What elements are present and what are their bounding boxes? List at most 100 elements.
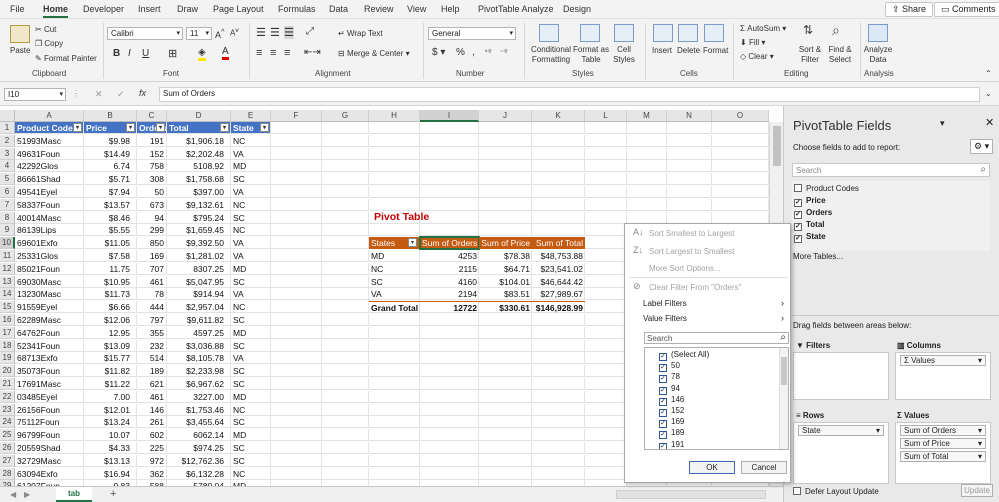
- empty-cell[interactable]: [271, 224, 322, 237]
- empty-cell[interactable]: [322, 288, 369, 301]
- table-cell[interactable]: VA: [231, 250, 271, 262]
- align-top-icon[interactable]: ☰: [256, 26, 266, 39]
- table-cell[interactable]: 26156Foun: [15, 403, 84, 416]
- filter-value-list[interactable]: ✓ (Select All) ✓ 50 ✓ 78 ✓ 94 ✓ 146 ✓ 152 ✓ 169 ✓ 189 ✓ 1…: [644, 347, 789, 450]
- pivot-cell[interactable]: $64.71: [479, 263, 532, 275]
- empty-cell[interactable]: [369, 186, 420, 198]
- empty-cell[interactable]: [585, 429, 627, 442]
- empty-cell[interactable]: [667, 173, 712, 186]
- table-cell[interactable]: 32729Masc: [15, 454, 84, 467]
- close-icon[interactable]: ✕: [985, 116, 994, 129]
- resize-grip-icon[interactable]: ⋰: [783, 476, 789, 483]
- table-cell[interactable]: $11.82: [84, 365, 137, 378]
- empty-cell[interactable]: [479, 339, 532, 352]
- filter-value-item[interactable]: ✓ 50: [659, 361, 680, 373]
- table-cell[interactable]: MD: [231, 262, 271, 275]
- font-color-icon[interactable]: A: [222, 46, 229, 60]
- name-box[interactable]: I10 ▾: [4, 88, 66, 101]
- empty-cell[interactable]: [712, 186, 769, 198]
- table-cell[interactable]: SC: [231, 416, 271, 429]
- bold-icon[interactable]: B: [113, 48, 120, 59]
- row-header[interactable]: 4: [0, 160, 15, 173]
- table-cell[interactable]: $5.71: [84, 173, 137, 186]
- filter-value-item[interactable]: ✓ 146: [659, 395, 684, 406]
- empty-cell[interactable]: [532, 352, 585, 365]
- empty-cell[interactable]: [271, 262, 322, 275]
- pivot-cell[interactable]: 2194: [420, 288, 479, 300]
- table-cell[interactable]: $3,455.64: [167, 416, 231, 429]
- align-left-icon[interactable]: ≡: [256, 47, 262, 59]
- empty-cell[interactable]: [627, 147, 667, 160]
- table-cell[interactable]: SC: [231, 211, 271, 224]
- table-cell[interactable]: 49631Foun: [15, 147, 84, 160]
- filter-dropdown-icon[interactable]: ▾: [126, 123, 135, 132]
- pivot-cell[interactable]: MD: [369, 250, 420, 262]
- empty-cell[interactable]: [479, 467, 532, 480]
- empty-cell[interactable]: [479, 416, 532, 429]
- table-cell[interactable]: 514: [137, 352, 167, 365]
- table-header-cell[interactable]: Product Codes ▾: [15, 122, 84, 134]
- empty-cell[interactable]: [369, 467, 420, 480]
- table-cell[interactable]: NC: [231, 403, 271, 416]
- align-right-icon[interactable]: ≡: [284, 47, 290, 59]
- empty-cell[interactable]: [532, 122, 585, 134]
- empty-cell[interactable]: [271, 339, 322, 352]
- table-cell[interactable]: $10.95: [84, 275, 137, 288]
- row-header[interactable]: 5: [0, 173, 15, 186]
- empty-cell[interactable]: [420, 326, 479, 339]
- empty-cell[interactable]: [420, 134, 479, 147]
- empty-cell[interactable]: [322, 314, 369, 326]
- pivot-cell[interactable]: $78.38: [479, 250, 532, 262]
- table-cell[interactable]: $397.00: [167, 186, 231, 198]
- table-cell[interactable]: 68713Exfo: [15, 352, 84, 365]
- columns-area[interactable]: Σ Values ▾: [895, 352, 991, 400]
- checkbox-icon[interactable]: ✓: [794, 223, 802, 231]
- table-cell[interactable]: 12.95: [84, 326, 137, 339]
- table-cell[interactable]: $2,957.04: [167, 301, 231, 314]
- empty-cell[interactable]: [627, 122, 667, 134]
- empty-cell[interactable]: [420, 224, 479, 237]
- filters-area[interactable]: [793, 352, 889, 400]
- expand-formula-icon[interactable]: ⌄: [985, 89, 992, 98]
- autosum-button[interactable]: Σ AutoSum ▾: [740, 24, 786, 33]
- column-header[interactable]: O: [712, 110, 769, 122]
- empty-cell[interactable]: [369, 454, 420, 467]
- comma-icon[interactable]: ,: [472, 47, 475, 58]
- column-header[interactable]: B: [84, 110, 137, 122]
- empty-cell[interactable]: [667, 134, 712, 147]
- row-header[interactable]: 3: [0, 147, 15, 160]
- scroll-thumb[interactable]: [773, 126, 781, 166]
- empty-cell[interactable]: [585, 122, 627, 134]
- cell-styles-icon[interactable]: [614, 24, 634, 42]
- empty-cell[interactable]: [585, 326, 627, 339]
- empty-cell[interactable]: [420, 147, 479, 160]
- currency-icon[interactable]: $ ▾: [432, 47, 445, 58]
- empty-cell[interactable]: [271, 186, 322, 198]
- table-cell[interactable]: $7.58: [84, 250, 137, 262]
- share-button[interactable]: ⇪ Share: [885, 2, 934, 17]
- insert-cells-icon[interactable]: [653, 24, 673, 42]
- row-header[interactable]: 7: [0, 198, 15, 211]
- empty-cell[interactable]: [627, 134, 667, 147]
- table-header-cell[interactable]: Orders ▾: [137, 122, 167, 134]
- align-center-icon[interactable]: ≡: [270, 47, 276, 59]
- filter-value-item[interactable]: ✓ 78: [659, 372, 680, 384]
- table-cell[interactable]: 11.75: [84, 262, 137, 275]
- table-cell[interactable]: $6,132.28: [167, 467, 231, 480]
- pivot-total-cell[interactable]: $146,928.99: [532, 301, 585, 313]
- empty-cell[interactable]: [532, 198, 585, 211]
- empty-cell[interactable]: [479, 173, 532, 186]
- conditional-formatting-button[interactable]: Conditional Formatting: [529, 45, 573, 65]
- checkbox-icon[interactable]: ✓: [659, 397, 667, 406]
- format-as-table-button[interactable]: Format as Table: [573, 45, 609, 65]
- empty-cell[interactable]: [585, 467, 627, 480]
- pivot-total-cell[interactable]: $330.61: [479, 301, 532, 313]
- rows-area[interactable]: State ▾: [793, 422, 889, 484]
- empty-cell[interactable]: [712, 173, 769, 186]
- pivot-cell[interactable]: $104.01: [479, 276, 532, 288]
- table-cell[interactable]: 64762Foun: [15, 326, 84, 339]
- table-cell[interactable]: 86139Lips: [15, 224, 84, 237]
- checkbox-icon[interactable]: ✓: [659, 442, 667, 449]
- column-header[interactable]: M: [627, 110, 667, 122]
- empty-cell[interactable]: [667, 198, 712, 211]
